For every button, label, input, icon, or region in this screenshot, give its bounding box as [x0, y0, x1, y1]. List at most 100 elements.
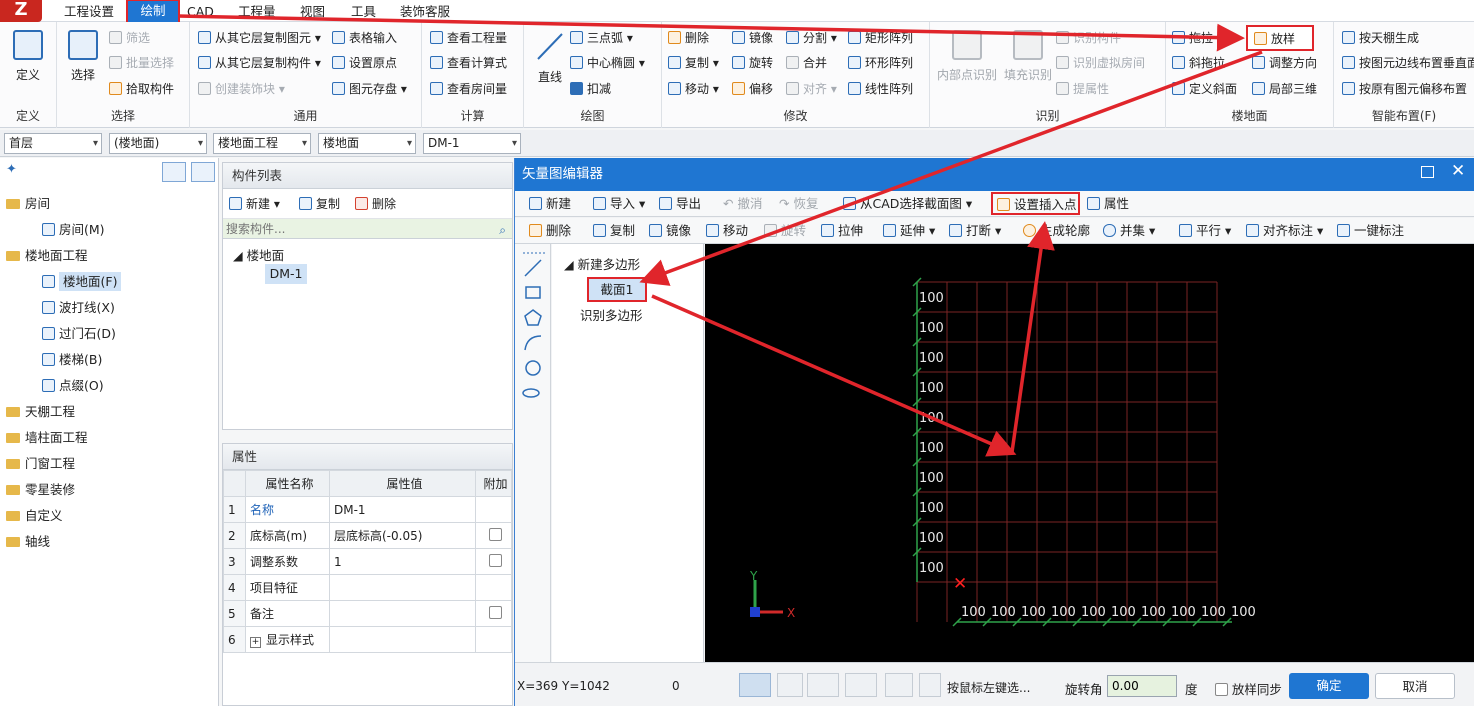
editor-rotate-button[interactable]: 旋转 [764, 218, 806, 244]
union-button[interactable]: 并集 ▾ [1103, 218, 1155, 244]
tree-item[interactable]: 波打线(X) [0, 296, 219, 320]
editor-new-button[interactable]: 新建 [529, 191, 571, 217]
tree-new-polygon[interactable]: ◢ 新建多边形 [564, 254, 640, 273]
expand-icon[interactable]: + [250, 637, 261, 648]
rectangle-tool-icon[interactable] [525, 286, 541, 299]
loft-button[interactable]: 放样 [1246, 25, 1314, 51]
pick-component-button[interactable]: 拾取构件 [109, 78, 174, 100]
ortho-icon[interactable] [777, 673, 803, 697]
deduct-button[interactable]: 扣减 [570, 78, 611, 100]
menu-view[interactable]: 视图 [300, 2, 325, 21]
three-point-arc-button[interactable]: 三点弧 ▾ [570, 27, 633, 49]
editor-move-button[interactable]: 移动 [706, 218, 748, 244]
type-select[interactable]: (楼地面) [109, 133, 207, 154]
tree-item[interactable]: 过门石(D) [0, 322, 219, 346]
component-search-input[interactable] [223, 219, 512, 239]
editor-undo-button[interactable]: ↶ 撤消 [723, 191, 762, 217]
copy-from-layer-elements[interactable]: 从其它层复制图元 ▾ [198, 27, 321, 49]
rotate-angle-input[interactable] [1107, 675, 1177, 697]
component-select[interactable]: DM-1 [423, 133, 521, 154]
component-item-dm1[interactable]: DM-1 [265, 264, 307, 284]
editor-copy-button[interactable]: 复制 [593, 218, 635, 244]
move-button[interactable]: 移动 ▾ [668, 78, 719, 100]
drawing-canvas[interactable]: 100 100 100 100 100 100 100 100 100 100 100 100 100 1… [705, 244, 1474, 662]
menu-support[interactable]: 装饰客服 [400, 2, 450, 21]
editor-import-button[interactable]: 导入 ▾ [593, 191, 645, 217]
property-row[interactable]: 6 + 显示样式 [223, 626, 512, 653]
tree-item[interactable]: 楼地面(F) [0, 270, 219, 294]
property-row[interactable]: 1 名称 DM-1 [223, 496, 512, 523]
set-origin-button[interactable]: 设置原点 [332, 52, 397, 74]
parallel-button[interactable]: 平行 ▾ [1179, 218, 1231, 244]
element-save-button[interactable]: 图元存盘 ▾ [332, 78, 407, 100]
arc-tool-icon[interactable] [524, 335, 542, 351]
ok-button[interactable]: 确定 [1289, 673, 1369, 699]
editor-export-button[interactable]: 导出 [659, 191, 701, 217]
polygon-tool-icon[interactable] [524, 309, 542, 326]
split-button[interactable]: 分割 ▾ [786, 27, 837, 49]
tree-item[interactable]: 房间(M) [0, 218, 219, 242]
editor-property-button[interactable]: 属性 [1087, 191, 1129, 217]
editor-mirror-button[interactable]: 镜像 [649, 218, 691, 244]
line-tool-icon[interactable] [524, 259, 542, 277]
close-icon[interactable]: ✕ [1451, 161, 1465, 181]
new-component-button[interactable]: 新建 ▾ [229, 193, 280, 215]
tree-item[interactable]: 点缀(O) [0, 374, 219, 398]
adjust-direction-button[interactable]: 调整方向 [1252, 52, 1317, 74]
linear-array-button[interactable]: 线性阵列 [848, 78, 913, 100]
define-button[interactable]: 定义 [6, 28, 50, 98]
editor-stretch-button[interactable]: 拉伸 [821, 218, 863, 244]
editor-delete-button[interactable]: 删除 [529, 218, 571, 244]
batch-select-button[interactable]: 批量选择 [109, 52, 174, 74]
tree-section-1[interactable]: 截面1 [587, 277, 647, 302]
tree-item[interactable]: 自定义 [0, 504, 219, 528]
slope-drag-button[interactable]: 斜拖拉 [1172, 52, 1225, 74]
delete-component-button[interactable]: 删除 [355, 193, 396, 215]
set-insert-point-button[interactable]: 设置插入点 [991, 192, 1080, 215]
one-key-dimension-button[interactable]: 一键标注 [1337, 218, 1404, 244]
tree-item[interactable]: 门窗工程 [0, 452, 219, 476]
property-row[interactable]: 3 调整系数 1 [223, 548, 512, 575]
component-group-node[interactable]: ◢ 楼地面 [233, 245, 284, 264]
copy-component-button[interactable]: 复制 [299, 193, 340, 215]
by-ceiling-button[interactable]: 按天棚生成 [1342, 27, 1419, 49]
dimension-toggle-icon[interactable] [885, 673, 913, 697]
tree-item[interactable]: 房间 [0, 192, 219, 216]
hint-icon[interactable] [919, 673, 941, 697]
inner-point-recognize-button[interactable]: 内部点识别 [934, 28, 1000, 98]
category-select[interactable]: 楼地面工程 [213, 133, 311, 154]
attach-checkbox[interactable] [489, 553, 502, 567]
local-3d-button[interactable]: 局部三维 [1252, 78, 1317, 100]
tree-item[interactable]: 零星装修 [0, 478, 219, 502]
property-row[interactable]: 2 底标高(m) 层底标高(-0.05) [223, 522, 512, 549]
recognize-virtual-room-button[interactable]: 识别虚拟房间 [1056, 52, 1145, 74]
attach-checkbox[interactable] [489, 527, 502, 541]
copy-button[interactable]: 复制 ▾ [668, 52, 719, 74]
attach-checkbox[interactable] [489, 605, 502, 619]
subtype-select[interactable]: 楼地面 [318, 133, 416, 154]
select-button[interactable]: 选择 [61, 28, 105, 98]
tree-recognize-polygon[interactable]: 识别多边形 [580, 305, 643, 324]
offset-button[interactable]: 偏移 [732, 78, 773, 100]
maximize-icon[interactable] [1421, 166, 1434, 178]
ring-array-button[interactable]: 环形阵列 [848, 52, 913, 74]
view-quantity-button[interactable]: 查看工程量 [430, 27, 507, 49]
view-room-quantity-button[interactable]: 查看房间量 [430, 78, 507, 100]
select-from-cad-button[interactable]: 从CAD选择截面图 ▾ [843, 191, 972, 217]
property-row[interactable]: 4 项目特征 [223, 574, 512, 601]
cancel-button[interactable]: 取消 [1375, 673, 1455, 699]
line-button[interactable]: 直线 [528, 28, 572, 98]
delete-button[interactable]: 删除 [668, 27, 709, 49]
editor-redo-button[interactable]: ↷ 恢复 [779, 191, 818, 217]
property-row[interactable]: 5 备注 [223, 600, 512, 627]
grid-snap-icon[interactable] [739, 673, 771, 697]
define-slope-button[interactable]: 定义斜面 [1172, 78, 1237, 100]
tree-item[interactable]: 楼梯(B) [0, 348, 219, 372]
table-input-button[interactable]: 表格输入 [332, 27, 397, 49]
tree-item[interactable]: 轴线 [0, 530, 219, 554]
menu-draw[interactable]: 绘制 [126, 0, 180, 24]
menu-project-settings[interactable]: 工程设置 [64, 2, 114, 21]
search-icon[interactable]: ⌕ [499, 223, 506, 238]
menu-cad[interactable]: CAD [187, 2, 214, 21]
loft-sync-checkbox[interactable]: 放样同步 [1215, 679, 1282, 698]
